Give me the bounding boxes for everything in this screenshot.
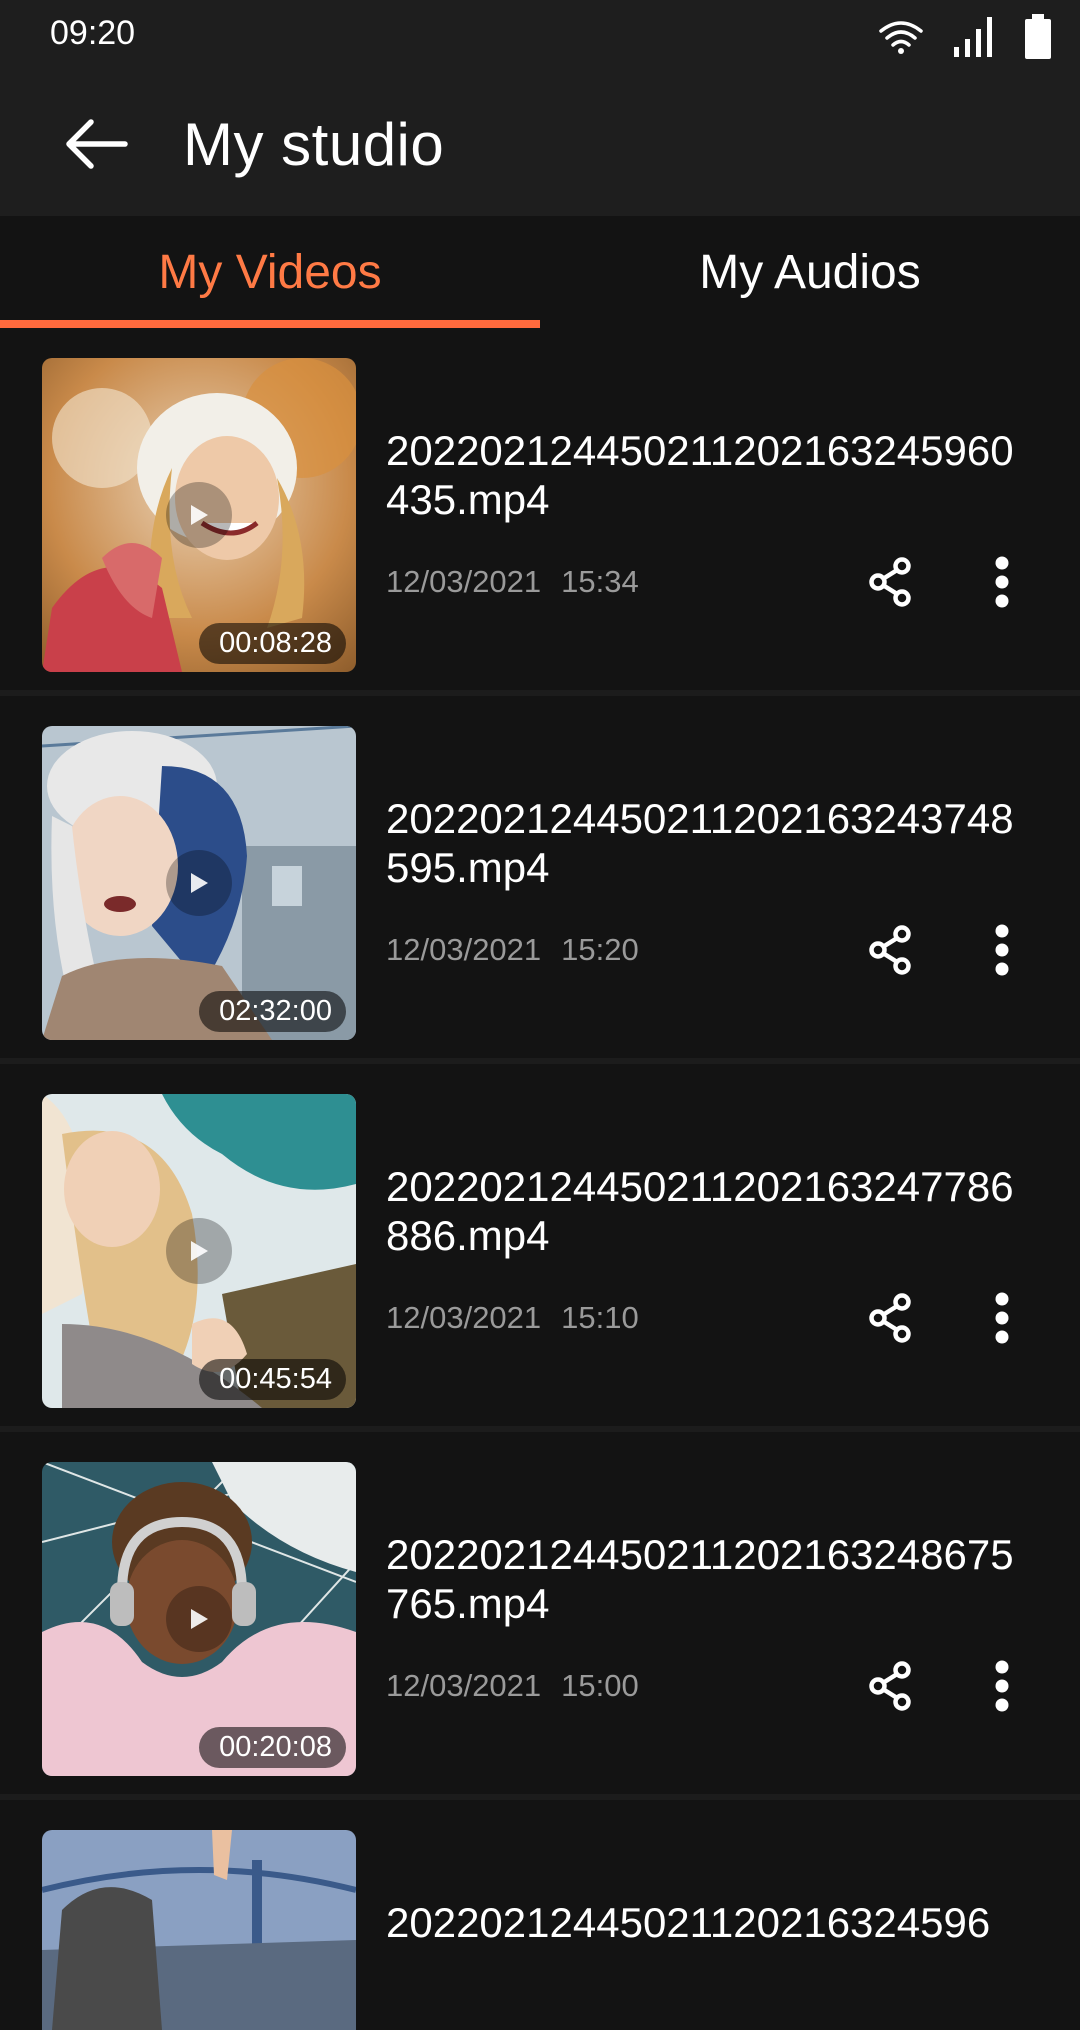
video-duration: 00:20:08 bbox=[199, 1727, 346, 1768]
video-meta: 12/03/2021 15:20 bbox=[386, 932, 639, 968]
back-button[interactable] bbox=[56, 112, 136, 176]
share-icon bbox=[869, 557, 911, 607]
video-duration: 00:45:54 bbox=[199, 1359, 346, 1400]
video-thumbnail[interactable] bbox=[42, 1830, 356, 2030]
video-item[interactable]: 02:32:00 202202124450211202163243748595.… bbox=[0, 696, 1080, 1064]
share-icon bbox=[869, 1293, 911, 1343]
video-meta: 12/03/2021 15:10 bbox=[386, 1300, 639, 1336]
more-options-button[interactable] bbox=[978, 1654, 1026, 1718]
video-title: 202202124450211202163248675765.mp4 bbox=[386, 1531, 1014, 1627]
share-button[interactable] bbox=[862, 1290, 918, 1346]
wifi-icon bbox=[879, 21, 923, 54]
video-duration: 02:32:00 bbox=[199, 991, 346, 1032]
thumbnail-image bbox=[42, 1830, 356, 2030]
play-icon bbox=[191, 1241, 208, 1261]
video-item[interactable]: 20220212445021120216324596 bbox=[0, 1800, 1080, 2030]
play-icon bbox=[191, 873, 208, 893]
share-icon bbox=[869, 1661, 911, 1711]
play-icon bbox=[191, 505, 208, 525]
page-title: My studio bbox=[183, 111, 445, 178]
video-date: 12/03/2021 bbox=[386, 932, 542, 967]
video-time: 15:00 bbox=[561, 1668, 639, 1703]
tab-indicator bbox=[0, 320, 540, 328]
video-title: 20220212445021120216324596 bbox=[386, 1899, 991, 1946]
video-item[interactable]: 00:45:54 202202124450211202163247786886.… bbox=[0, 1064, 1080, 1432]
video-meta: 12/03/2021 15:00 bbox=[386, 1668, 639, 1704]
video-time: 15:34 bbox=[561, 564, 639, 599]
status-bar: 09:20 bbox=[0, 0, 1080, 72]
more-options-button[interactable] bbox=[978, 1286, 1026, 1350]
video-thumbnail[interactable]: 00:20:08 bbox=[42, 1462, 356, 1776]
share-button[interactable] bbox=[862, 554, 918, 610]
video-meta: 12/03/2021 15:34 bbox=[386, 564, 639, 600]
more-vertical-icon bbox=[995, 1292, 1009, 1344]
video-title: 202202124450211202163245960435.mp4 bbox=[386, 427, 1014, 523]
status-time: 09:20 bbox=[50, 14, 136, 52]
video-duration: 00:08:28 bbox=[199, 623, 346, 664]
video-time: 15:20 bbox=[561, 932, 639, 967]
video-date: 12/03/2021 bbox=[386, 564, 542, 599]
signal-icon bbox=[954, 17, 992, 57]
share-icon bbox=[869, 925, 911, 975]
video-item[interactable]: 00:20:08 202202124450211202163248675765.… bbox=[0, 1432, 1080, 1800]
video-title: 202202124450211202163243748595.mp4 bbox=[386, 795, 1014, 891]
more-vertical-icon bbox=[995, 1660, 1009, 1712]
more-options-button[interactable] bbox=[978, 550, 1026, 614]
video-thumbnail[interactable]: 00:08:28 bbox=[42, 358, 356, 672]
video-title: 202202124450211202163247786886.mp4 bbox=[386, 1163, 1014, 1259]
battery-icon bbox=[1025, 14, 1051, 59]
video-date: 12/03/2021 bbox=[386, 1300, 542, 1335]
more-options-button[interactable] bbox=[978, 918, 1026, 982]
video-date: 12/03/2021 bbox=[386, 1668, 542, 1703]
video-thumbnail[interactable]: 00:45:54 bbox=[42, 1094, 356, 1408]
video-thumbnail[interactable]: 02:32:00 bbox=[42, 726, 356, 1040]
play-icon bbox=[191, 1609, 208, 1629]
tab-my-videos[interactable]: My Videos bbox=[0, 216, 540, 328]
tab-bar: My Videos My Audios bbox=[0, 216, 1080, 328]
arrow-left-icon bbox=[66, 119, 128, 169]
play-button[interactable] bbox=[166, 1218, 232, 1284]
more-vertical-icon bbox=[995, 556, 1009, 608]
video-list: 00:08:28 202202124450211202163245960435.… bbox=[0, 328, 1080, 2030]
share-button[interactable] bbox=[862, 922, 918, 978]
app-bar: My studio bbox=[0, 72, 1080, 216]
tab-my-audios[interactable]: My Audios bbox=[540, 216, 1080, 328]
play-button[interactable] bbox=[166, 482, 232, 548]
play-button[interactable] bbox=[166, 1586, 232, 1652]
video-item[interactable]: 00:08:28 202202124450211202163245960435.… bbox=[0, 328, 1080, 696]
video-time: 15:10 bbox=[561, 1300, 639, 1335]
status-icons bbox=[878, 14, 1052, 60]
more-vertical-icon bbox=[995, 924, 1009, 976]
share-button[interactable] bbox=[862, 1658, 918, 1714]
play-button[interactable] bbox=[166, 850, 232, 916]
